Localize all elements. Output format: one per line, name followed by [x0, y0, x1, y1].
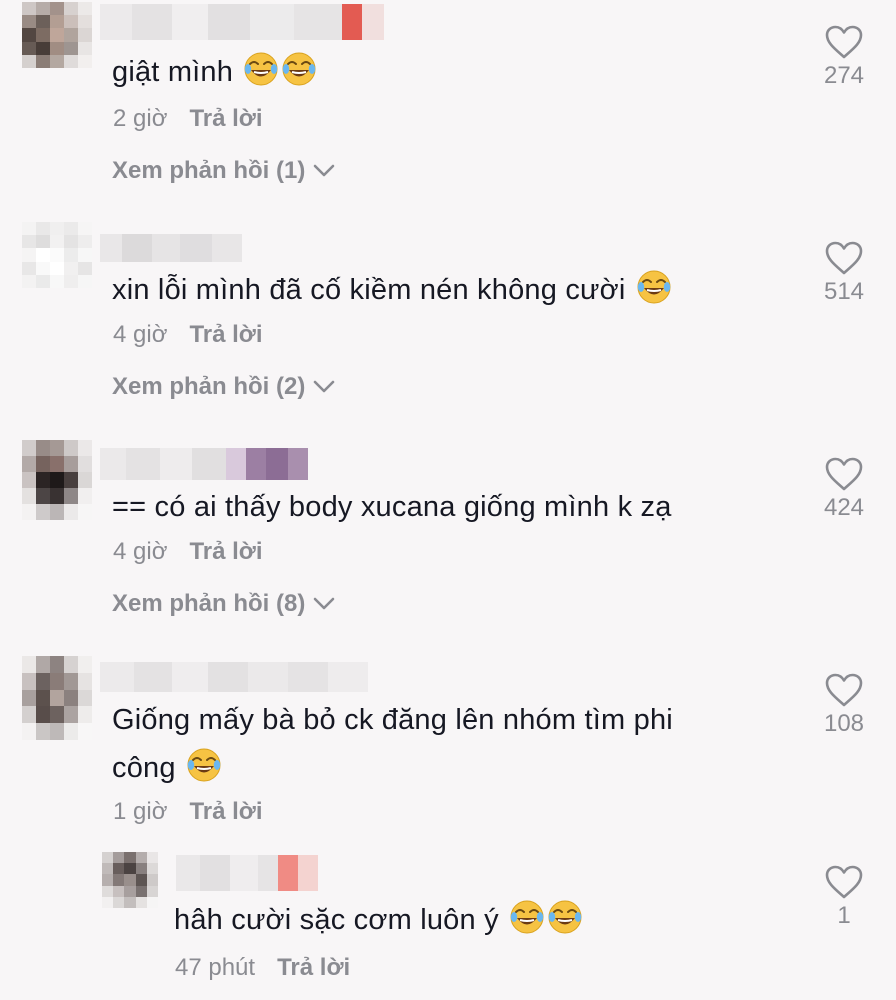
like-count: 1: [837, 902, 851, 929]
avatar[interactable]: [22, 2, 92, 68]
like-count: 274: [823, 62, 865, 89]
reply-button[interactable]: Trả lời: [189, 321, 262, 349]
timestamp: 47 phút: [175, 954, 256, 981]
like-button[interactable]: 424: [804, 456, 884, 522]
comment-text-line-2: công: [112, 744, 673, 792]
comment-meta: 1 giờ Trả lời: [113, 798, 263, 826]
username[interactable]: [100, 448, 308, 480]
username[interactable]: [176, 855, 318, 891]
like-button[interactable]: 108: [804, 672, 884, 738]
view-replies-label: Xem phản hồi (1): [112, 157, 306, 184]
comment-meta: 4 giờ Trả lời: [113, 321, 263, 349]
reply-button[interactable]: Trả lời: [189, 538, 262, 566]
timestamp: 4 giờ: [113, 538, 168, 565]
face-with-tears-of-joy-icon: [509, 899, 545, 935]
avatar[interactable]: [22, 656, 92, 740]
view-replies-label: Xem phản hồi (2): [112, 373, 306, 400]
reply-button[interactable]: Trả lời: [189, 105, 262, 133]
reply-button[interactable]: Trả lời: [277, 954, 350, 982]
username[interactable]: [100, 234, 242, 262]
chevron-down-icon: [313, 597, 335, 611]
view-replies-button[interactable]: Xem phản hồi (8): [112, 590, 335, 618]
timestamp: 4 giờ: [113, 321, 168, 348]
face-with-tears-of-joy-icon: [243, 51, 279, 87]
comment-meta: 2 giờ Trả lời: [113, 105, 263, 133]
face-with-tears-of-joy-icon: [281, 51, 317, 87]
like-button[interactable]: 514: [804, 240, 884, 306]
like-count: 514: [823, 278, 865, 305]
comment-text: hâh cười sặc cơm luôn ý: [174, 896, 583, 944]
reply-button[interactable]: Trả lời: [189, 798, 262, 826]
comment-meta: 47 phút Trả lời: [175, 954, 350, 982]
view-replies-label: Xem phản hồi (8): [112, 590, 306, 617]
face-with-tears-of-joy-icon: [186, 747, 222, 783]
like-count: 108: [823, 710, 865, 737]
view-replies-button[interactable]: Xem phản hồi (1): [112, 157, 335, 185]
username[interactable]: [100, 662, 368, 692]
comment-text: == có ai thấy body xucana giống mình k z…: [112, 491, 672, 523]
face-with-tears-of-joy-icon: [636, 269, 672, 305]
like-button[interactable]: 1: [804, 864, 884, 930]
comment-text-line-1: Giống mấy bà bỏ ck đăng lên nhóm tìm phi: [112, 704, 673, 736]
like-button[interactable]: 274: [804, 24, 884, 90]
timestamp: 2 giờ: [113, 105, 168, 132]
heart-outline-icon: [824, 672, 864, 708]
timestamp: 1 giờ: [113, 798, 168, 825]
comment-meta: 4 giờ Trả lời: [113, 538, 263, 566]
comment-text: xin lỗi mình đã cố kiềm nén không cười: [112, 266, 672, 314]
like-count: 424: [823, 494, 865, 521]
face-with-tears-of-joy-icon: [547, 899, 583, 935]
username[interactable]: [100, 4, 384, 40]
avatar[interactable]: [22, 222, 92, 288]
chevron-down-icon: [313, 164, 335, 178]
heart-outline-icon: [824, 240, 864, 276]
avatar[interactable]: [102, 852, 158, 908]
heart-outline-icon: [824, 24, 864, 60]
avatar[interactable]: [22, 440, 92, 520]
heart-outline-icon: [824, 864, 864, 900]
comment-text: Giống mấy bà bỏ ck đăng lên nhóm tìm phi…: [112, 696, 673, 792]
view-replies-button[interactable]: Xem phản hồi (2): [112, 373, 335, 401]
heart-outline-icon: [824, 456, 864, 492]
chevron-down-icon: [313, 380, 335, 394]
comment-text: giật mình: [112, 48, 317, 96]
